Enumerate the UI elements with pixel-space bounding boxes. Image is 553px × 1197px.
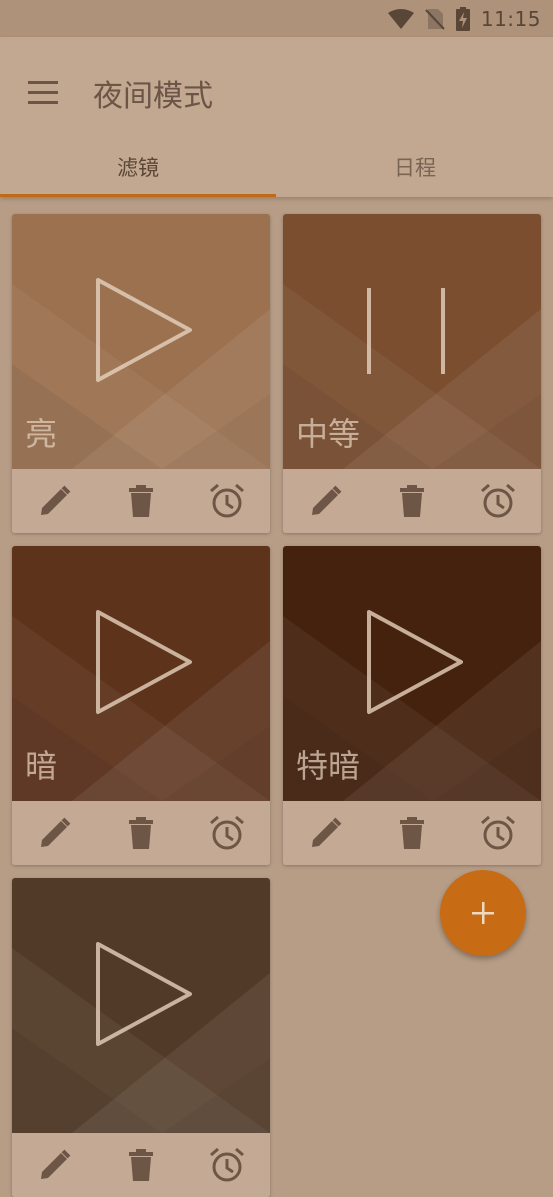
profile-card[interactable]: 中等 <box>283 214 541 533</box>
delete-button[interactable] <box>121 481 161 521</box>
pencil-icon <box>41 1149 71 1179</box>
profile-actions <box>12 801 270 865</box>
profile-preview[interactable]: 特暗 <box>283 546 541 801</box>
edit-button[interactable] <box>306 481 346 521</box>
edit-button[interactable] <box>35 481 75 521</box>
profile-actions <box>12 1133 270 1197</box>
tab-indicator <box>0 194 276 197</box>
tab-filters-label: 滤镜 <box>117 156 159 180</box>
page-title: 夜间模式 <box>93 79 213 114</box>
tab-schedule-label: 日程 <box>394 156 436 180</box>
trash-icon <box>129 485 153 517</box>
wifi-icon <box>387 9 414 29</box>
delete-button[interactable] <box>121 1145 161 1185</box>
alarm-clock-icon <box>210 1147 244 1182</box>
schedule-alarm-button[interactable] <box>478 481 518 521</box>
alarm-clock-icon <box>481 815 515 850</box>
profile-card[interactable]: 特暗 <box>283 546 541 865</box>
app-bar: 夜间模式 滤镜 日程 <box>0 37 553 197</box>
trash-icon <box>129 1149 153 1181</box>
profile-name: 暗 <box>25 747 58 785</box>
profile-preview[interactable]: 亮 <box>12 214 270 469</box>
play-icon[interactable] <box>12 878 270 1133</box>
profile-name: 亮 <box>25 415 58 453</box>
schedule-alarm-button[interactable] <box>207 1145 247 1185</box>
schedule-alarm-button[interactable] <box>478 813 518 853</box>
hamburger-menu-icon <box>28 81 58 104</box>
profile-card[interactable]: 暗 <box>12 546 270 865</box>
profile-card[interactable]: 亮 <box>12 214 270 533</box>
profile-actions <box>283 801 541 865</box>
delete-button[interactable] <box>392 813 432 853</box>
profile-name: 中等 <box>296 415 361 453</box>
profile-name: 特暗 <box>296 747 361 785</box>
alarm-clock-icon <box>210 815 244 850</box>
trash-icon <box>129 817 153 849</box>
profile-preview[interactable] <box>12 878 270 1133</box>
pencil-icon <box>312 485 342 515</box>
edit-button[interactable] <box>306 813 346 853</box>
trash-icon <box>400 485 424 517</box>
profile-actions <box>12 469 270 533</box>
profile-preview[interactable]: 中等 <box>283 214 541 469</box>
pencil-icon <box>41 817 71 847</box>
alarm-clock-icon <box>481 483 515 518</box>
status-bar: 11:15 <box>0 0 553 37</box>
tab-schedule[interactable]: 日程 <box>277 137 553 197</box>
add-profile-button[interactable] <box>440 870 526 956</box>
status-icons: 11:15 <box>387 6 541 32</box>
edit-button[interactable] <box>35 813 75 853</box>
pencil-icon <box>312 817 342 847</box>
alarm-clock-icon <box>210 483 244 518</box>
schedule-alarm-button[interactable] <box>207 813 247 853</box>
trash-icon <box>400 817 424 849</box>
pencil-icon <box>41 485 71 515</box>
tab-filters[interactable]: 滤镜 <box>0 137 276 197</box>
no-sim-icon <box>425 9 445 30</box>
profile-preview[interactable]: 暗 <box>12 546 270 801</box>
tab-bar: 滤镜 日程 <box>0 137 553 197</box>
schedule-alarm-button[interactable] <box>207 481 247 521</box>
plus-icon <box>472 902 494 924</box>
profile-card[interactable] <box>12 878 270 1197</box>
menu-button[interactable] <box>24 73 62 111</box>
battery-charging-icon <box>455 7 470 31</box>
profile-actions <box>283 469 541 533</box>
delete-button[interactable] <box>121 813 161 853</box>
delete-button[interactable] <box>392 481 432 521</box>
status-time: 11:15 <box>480 7 541 31</box>
edit-button[interactable] <box>35 1145 75 1185</box>
